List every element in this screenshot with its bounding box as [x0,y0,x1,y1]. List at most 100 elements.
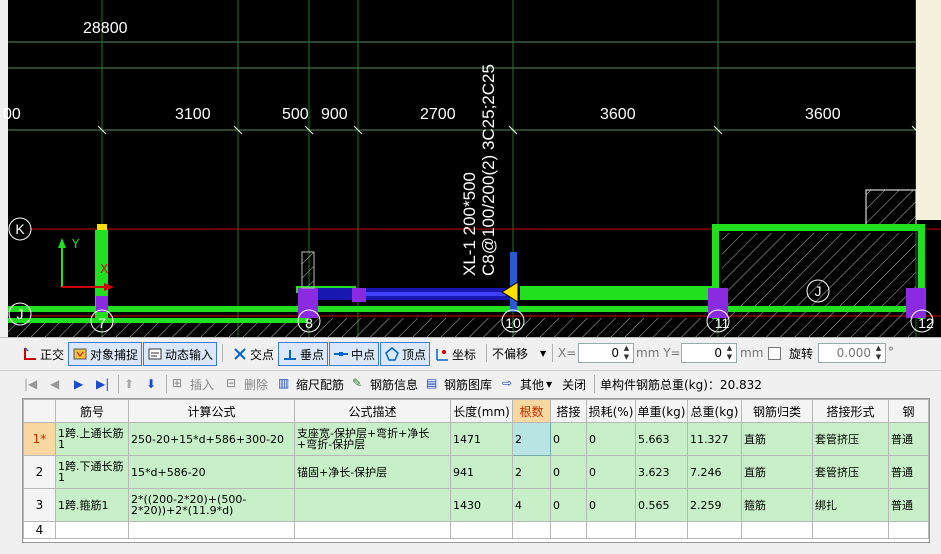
midpoint-button[interactable]: 中点 [329,342,380,366]
cell-rebar[interactable]: 普通 [888,455,929,489]
cell-lap[interactable]: 0 [550,422,587,456]
cell-formula[interactable]: 15*d+586-20 [128,455,295,489]
table-row[interactable]: 4 [23,521,929,539]
col-header-loss[interactable]: 损耗(%) [586,399,636,423]
cell-total-weight[interactable] [687,521,742,539]
row-index[interactable]: 1* [23,422,56,456]
cell-loss[interactable] [586,521,636,539]
spinner-arrows-icon[interactable]: ▲ ▼ [873,344,884,362]
insert-button[interactable]: ⊞ 插入 [172,373,214,395]
cell-bar-no[interactable]: 1跨.下通长筋1 [55,455,129,489]
cell-unit-weight[interactable]: 5.663 [635,422,688,456]
cell-category[interactable]: 箍筋 [741,488,813,522]
cell-length[interactable]: 941 [450,455,513,489]
col-header-formula[interactable]: 计算公式 [128,399,295,423]
cell-lap[interactable] [550,521,587,539]
nav-last-button[interactable]: ▶| [96,373,109,395]
cell-count[interactable]: 2 [512,422,551,456]
col-header-description[interactable]: 公式描述 [294,399,451,423]
cell-length[interactable]: 1471 [450,422,513,456]
nav-prev-button[interactable]: ◀ [50,373,59,395]
cell-unit-weight[interactable] [635,521,688,539]
col-header-rebar[interactable]: 钢 [888,399,929,423]
x-offset-input[interactable]: 0 ▲ ▼ [578,343,634,363]
cell-total-weight[interactable]: 2.259 [687,488,742,522]
cell-lap-type[interactable]: 绑扎 [812,488,889,522]
move-down-button[interactable]: ⬇ [146,373,156,395]
checkbox-box[interactable] [768,346,781,360]
table-row[interactable]: 3 1跨.箍筋1 2*((200-2*20)+(500-2*20))+2*(11… [23,488,929,522]
cell-count[interactable] [512,521,551,539]
cell-length[interactable]: 1430 [450,488,513,522]
cell-length[interactable] [450,521,513,539]
offset-mode-select[interactable]: 不偏移 ▼ [492,342,546,364]
cad-canvas[interactable]: 28800 00 3100 500 900 2700 3600 3600 XL-… [0,0,941,337]
vertex-button[interactable]: 顶点 [380,342,431,366]
cell-description[interactable]: 锚固+净长-保护层 [294,455,451,489]
coordinate-button[interactable]: 坐标 [430,342,480,366]
perpendicular-button[interactable]: 垂点 [278,342,329,366]
cell-category[interactable]: 直筋 [741,422,813,456]
cell-lap-type[interactable]: 套管挤压 [812,422,889,456]
cell-rebar[interactable]: 普通 [888,422,929,456]
cell-formula[interactable] [128,521,295,539]
intersection-button[interactable]: 交点 [228,342,278,366]
cell-formula[interactable]: 2*((200-2*20)+(500-2*20))+2*(11.9*d) [128,488,295,522]
cell-description[interactable] [294,488,451,522]
cell-formula[interactable]: 250-20+15*d+586+300-20 [128,422,295,456]
col-header-total-weight[interactable]: 总重(kg) [687,399,742,423]
row-index[interactable]: 3 [23,488,56,522]
close-button[interactable]: 关闭 [562,373,586,395]
table-row[interactable]: 1* 1跨.上通长筋1 250-20+15*d+586+300-20 支座宽-保… [23,422,929,456]
intersection-icon [234,348,246,360]
row-index[interactable]: 4 [23,521,56,539]
rotate-angle-input[interactable]: 0.000 ▲ ▼ [818,343,886,363]
rebar-library-button[interactable]: ▤ 钢筋图库 [426,373,492,395]
cell-total-weight[interactable]: 7.246 [687,455,742,489]
cell-rebar[interactable] [888,521,929,539]
spinner-arrows-icon[interactable]: ▲ ▼ [724,344,735,362]
cell-bar-no[interactable]: 1跨.箍筋1 [55,488,129,522]
cell-rebar[interactable]: 普通 [888,488,929,522]
cell-loss[interactable]: 0 [586,422,636,456]
dynamic-input-button[interactable]: 动态输入 [143,342,218,366]
cell-bar-no[interactable] [55,521,129,539]
cell-total-weight[interactable]: 11.327 [687,422,742,456]
nav-first-button[interactable]: |◀ [24,373,37,395]
cell-unit-weight[interactable]: 0.565 [635,488,688,522]
cell-count[interactable]: 2 [512,455,551,489]
other-menu-button[interactable]: ⇨ 其他 ▼ [502,373,552,395]
y-offset-input[interactable]: 0 ▲ ▼ [681,343,737,363]
spinner-arrows-icon[interactable]: ▲ ▼ [621,344,632,362]
cell-lap-type[interactable] [812,521,889,539]
move-up-button[interactable]: ⬆ [124,373,134,395]
cell-loss[interactable]: 0 [586,455,636,489]
rotate-checkbox[interactable]: 旋转 [768,342,813,364]
cell-count[interactable]: 4 [512,488,551,522]
delete-button[interactable]: ⊟ 删除 [226,373,268,395]
cell-description[interactable] [294,521,451,539]
cell-unit-weight[interactable]: 3.623 [635,455,688,489]
col-header-category[interactable]: 钢筋归类 [741,399,813,423]
object-snap-button[interactable]: 对象捕捉 [68,342,143,366]
cell-lap[interactable]: 0 [550,488,587,522]
nav-next-button[interactable]: ▶ [74,373,83,395]
cell-bar-no[interactable]: 1跨.上通长筋1 [55,422,129,456]
cell-lap-type[interactable]: 套管挤压 [812,455,889,489]
ortho-button[interactable]: 正交 [18,342,68,366]
col-header-count[interactable]: 根数 [512,399,551,423]
table-row[interactable]: 2 1跨.下通长筋1 15*d+586-20 锚固+净长-保护层 941 2 0… [23,455,929,489]
cell-description[interactable]: 支座宽-保护层+弯折+净长+弯折-保护层 [294,422,451,456]
rebar-info-button[interactable]: ✎ 钢筋信息 [352,373,418,395]
col-header-lap[interactable]: 搭接 [550,399,587,423]
cell-category[interactable] [741,521,813,539]
cell-category[interactable]: 直筋 [741,455,813,489]
cell-loss[interactable]: 0 [586,488,636,522]
col-header-length[interactable]: 长度(mm) [450,399,513,423]
row-index[interactable]: 2 [23,455,56,489]
scale-rebar-button[interactable]: ▥ 缩尺配筋 [278,373,344,395]
col-header-unit-weight[interactable]: 单重(kg) [635,399,688,423]
col-header-lap-type[interactable]: 搭接形式 [812,399,889,423]
col-header-bar-no[interactable]: 筋号 [55,399,129,423]
cell-lap[interactable]: 0 [550,455,587,489]
